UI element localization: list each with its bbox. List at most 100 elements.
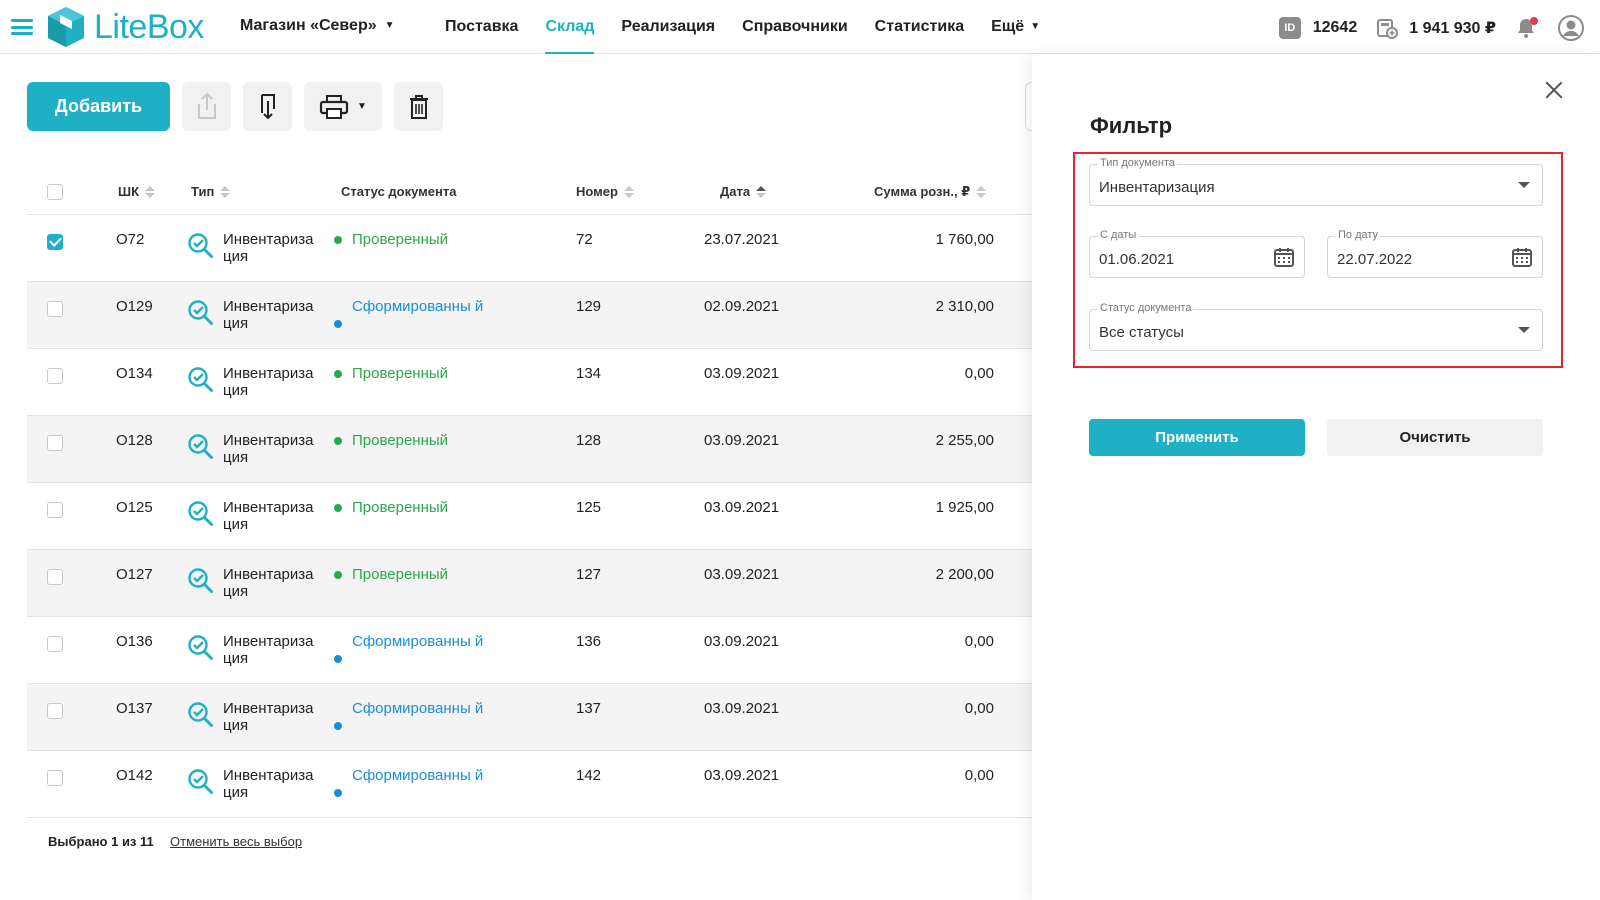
status-dot [334, 236, 342, 244]
row-status: Проверенный [334, 231, 494, 248]
add-button[interactable]: Добавить [27, 82, 170, 131]
row-number: 125 [576, 499, 602, 516]
row-type: Инвентариза ция [223, 365, 314, 399]
date-from-field[interactable]: С даты 01.06.2021 [1089, 229, 1305, 278]
column-type[interactable]: Тип [191, 184, 231, 199]
row-type: Инвентариза ция [223, 633, 314, 667]
date-to-field[interactable]: По дату 22.07.2022 [1327, 229, 1543, 278]
column-status-label: Статус документа [341, 184, 457, 199]
main-nav: Поставка Склад Реализация Справочники Ст… [445, 0, 1067, 54]
row-sum: 0,00 [964, 633, 994, 650]
notification-dot [1530, 17, 1538, 25]
row-checkbox[interactable] [47, 770, 63, 786]
row-status-text: Сформированны й [352, 767, 484, 784]
inventory-icon [187, 701, 215, 729]
row-status-text: Сформированны й [352, 633, 484, 650]
doc-status-select[interactable]: Статус документа Все статусы [1089, 302, 1543, 351]
column-status: Статус документа [341, 184, 456, 199]
share-icon [197, 92, 216, 119]
selection-count: Выбрано 1 из 11 [48, 834, 154, 849]
logo[interactable]: LiteBox [46, 5, 204, 49]
table-row[interactable]: О137 Инвентариза ция Сформированны й 137 03.… [27, 684, 1032, 751]
status-dot [334, 320, 342, 328]
row-checkbox[interactable] [47, 703, 63, 719]
row-status-text: Сформированны й [352, 700, 484, 717]
dropdown-arrow-icon [1518, 327, 1530, 333]
sort-icon [220, 185, 231, 198]
column-type-label: Тип [191, 184, 215, 199]
row-checkbox[interactable] [47, 569, 63, 585]
column-date-label: Дата [720, 184, 751, 199]
row-checkbox[interactable] [47, 234, 63, 250]
menu-icon[interactable] [11, 19, 33, 35]
store-selector[interactable]: Магазин «Север» ▼ [240, 17, 395, 35]
filter-panel: Фильтр Тип документа Инвентаризация С да… [1032, 54, 1600, 900]
row-status: Сформированны й [334, 633, 494, 663]
row-type: Инвентариза ция [223, 700, 314, 734]
top-bar: LiteBox Магазин «Север» ▼ Поставка Склад … [0, 0, 1600, 54]
row-status: Проверенный [334, 432, 494, 449]
inventory-icon [187, 634, 215, 662]
print-button[interactable]: ▼ [304, 82, 382, 131]
table-row[interactable]: О136 Инвентариза ция Сформированны й 136 03.… [27, 617, 1032, 684]
table-row[interactable]: О134 Инвентариза ция Проверенный 134 03.09.2… [27, 349, 1032, 416]
row-checkbox[interactable] [47, 301, 63, 317]
documents-table: ШК Тип Статус документа Номер Дата Сумма… [27, 170, 1032, 818]
row-checkbox[interactable] [47, 435, 63, 451]
row-sum: 0,00 [964, 365, 994, 382]
nav-item-sales[interactable]: Реализация [621, 0, 715, 54]
apply-button[interactable]: Применить [1089, 419, 1305, 456]
date-from-value: 01.06.2021 [1099, 251, 1175, 268]
id-icon: ID [1278, 17, 1301, 39]
notifications-button[interactable] [1514, 16, 1538, 40]
clear-selection-link[interactable]: Отменить весь выбор [170, 834, 302, 849]
inventory-icon [187, 567, 215, 595]
column-barcode[interactable]: ШК [118, 184, 155, 199]
close-icon[interactable] [1544, 80, 1564, 100]
date-to-label: По дату [1336, 229, 1381, 241]
nav-item-statistics[interactable]: Статистика [875, 0, 964, 54]
nav-item-supply[interactable]: Поставка [445, 0, 518, 54]
table-row[interactable]: О72 Инвентариза ция Проверенный 72 23.07.202… [27, 215, 1032, 282]
export-button[interactable] [182, 82, 231, 131]
inventory-icon [187, 500, 215, 528]
status-dot [334, 571, 342, 579]
row-date: 03.09.2021 [704, 365, 780, 382]
row-sum: 0,00 [964, 700, 994, 717]
column-sum[interactable]: Сумма розн., ₽ [874, 184, 987, 200]
row-checkbox[interactable] [47, 636, 63, 652]
nav-item-references[interactable]: Справочники [742, 0, 848, 54]
import-button[interactable] [243, 82, 292, 131]
doc-type-select[interactable]: Тип документа Инвентаризация [1089, 157, 1543, 206]
sort-asc-icon [756, 185, 767, 198]
row-checkbox[interactable] [47, 368, 63, 384]
table-row[interactable]: О125 Инвентариза ция Проверенный 125 03.09.2… [27, 483, 1032, 550]
row-type: Инвентариза ция [223, 298, 314, 332]
dropdown-arrow-icon [1518, 182, 1530, 188]
calendar-icon[interactable] [1273, 246, 1295, 268]
row-checkbox[interactable] [47, 502, 63, 518]
row-barcode: О137 [116, 700, 153, 717]
download-document-icon [260, 93, 275, 119]
table-row[interactable]: О142 Инвентариза ция Сформированны й 142 03.… [27, 751, 1032, 818]
delete-button[interactable] [394, 82, 443, 131]
clear-button[interactable]: Очистить [1327, 419, 1543, 456]
row-status-text: Проверенный [352, 432, 449, 449]
chevron-down-icon: ▼ [357, 101, 367, 112]
nav-item-more[interactable]: Ещё ▼ [991, 0, 1040, 54]
column-date[interactable]: Дата [720, 184, 767, 199]
column-number[interactable]: Номер [576, 184, 634, 199]
account-info: ID 12642 1 941 930 ₽ [1278, 15, 1600, 41]
inventory-icon [187, 433, 215, 461]
table-row[interactable]: О129 Инвентариза ция Сформированны й 129 02.… [27, 282, 1032, 349]
user-avatar-icon[interactable] [1558, 15, 1584, 41]
row-status-text: Проверенный [352, 499, 449, 516]
table-row[interactable]: О127 Инвентариза ция Проверенный 127 03.09.2… [27, 550, 1032, 617]
table-row[interactable]: О128 Инвентариза ция Проверенный 128 03.09.2… [27, 416, 1032, 483]
nav-item-warehouse[interactable]: Склад [545, 0, 595, 54]
row-sum: 1 925,00 [935, 499, 994, 516]
status-dot [334, 370, 342, 378]
select-all-checkbox[interactable] [47, 184, 63, 200]
row-barcode: О136 [116, 633, 153, 650]
calendar-icon[interactable] [1511, 246, 1533, 268]
